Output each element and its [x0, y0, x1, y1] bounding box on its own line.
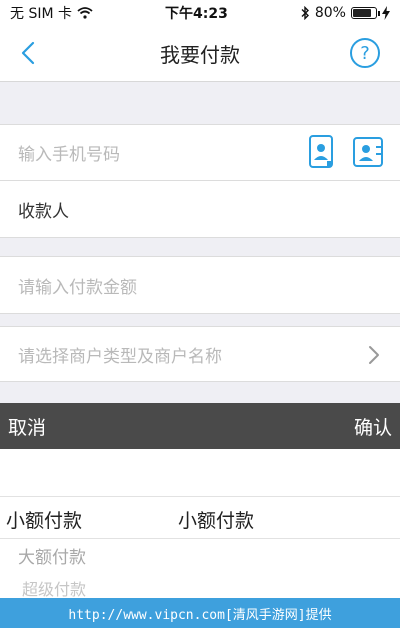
- phone-row[interactable]: 输入手机号码: [0, 124, 400, 180]
- merchant-select-row[interactable]: 请选择商户类型及商户名称: [0, 326, 400, 382]
- help-button[interactable]: ?: [350, 38, 380, 68]
- picker-selection-top: [0, 496, 400, 497]
- section-spacer: [0, 82, 400, 124]
- carrier-label: 无 SIM 卡: [10, 6, 72, 22]
- back-button[interactable]: [16, 38, 40, 68]
- chevron-left-icon: [21, 41, 35, 65]
- battery-percent: 80%: [314, 5, 346, 21]
- picker-selection-bottom: [0, 538, 400, 539]
- page-title: 我要付款: [160, 43, 240, 67]
- battery-icon: [350, 7, 380, 19]
- amount-input[interactable]: 请输入付款金额: [18, 273, 137, 298]
- chevron-right-icon: [369, 346, 379, 364]
- charging-icon: [381, 6, 390, 20]
- merchant-select[interactable]: 请选择商户类型及商户名称: [18, 342, 222, 367]
- cancel-button[interactable]: 取消: [8, 413, 46, 440]
- battery-fill: [352, 9, 371, 17]
- section-spacer: [0, 382, 400, 403]
- address-book-icon[interactable]: [352, 135, 386, 169]
- watermark-text: http://www.vipcn.com[清风手游网]提供: [68, 607, 332, 623]
- amount-row[interactable]: 请输入付款金额: [0, 256, 400, 314]
- bluetooth-icon: [301, 6, 309, 20]
- nav-bar: 我要付款 ?: [0, 26, 400, 82]
- picker-left-selected[interactable]: 小额付款: [6, 506, 82, 533]
- payee-row: 收款人: [0, 180, 400, 238]
- picker-option[interactable]: 超级付款: [22, 576, 86, 600]
- status-left: 无 SIM 卡: [10, 3, 93, 23]
- wifi-icon: [77, 7, 93, 19]
- picker-right-selected[interactable]: 小额付款: [178, 506, 254, 533]
- phone-contact-icon[interactable]: [308, 135, 336, 169]
- watermark-banner: http://www.vipcn.com[清风手游网]提供: [0, 598, 400, 628]
- status-bar: 无 SIM 卡 下午4:23 80%: [0, 0, 400, 26]
- status-right: 80%: [300, 5, 390, 21]
- picker-toolbar: 取消 确认: [0, 403, 400, 449]
- section-spacer: [0, 238, 400, 256]
- payee-label: 收款人: [18, 201, 69, 222]
- section-spacer: [0, 314, 400, 326]
- status-time: 下午4:23: [165, 6, 228, 22]
- help-icon: ?: [360, 42, 370, 64]
- confirm-button[interactable]: 确认: [354, 413, 392, 440]
- picker-option[interactable]: 大额付款: [18, 543, 86, 568]
- phone-input[interactable]: 输入手机号码: [18, 140, 120, 165]
